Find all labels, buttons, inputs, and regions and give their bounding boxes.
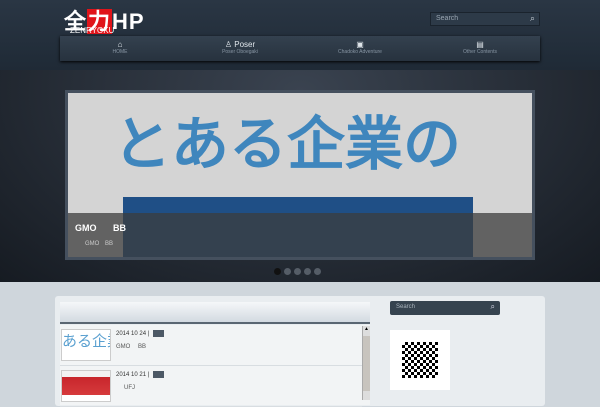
- post-title[interactable]: GMO BB: [116, 344, 146, 350]
- site-header: 全力HP ZENRYOKU Search ⌕ ⌂ HOME ♙ Poser Poser…: [0, 0, 600, 70]
- nav-poser[interactable]: ♙ Poser Poser Oboegaki: [180, 36, 300, 61]
- banner-text: とある企業の: [113, 110, 462, 178]
- caption-title[interactable]: GMO BB: [75, 223, 126, 233]
- qr-code: [390, 330, 450, 390]
- slide-caption: GMO BB GMO BB: [68, 213, 532, 257]
- list-item[interactable]: 2014 10 21 | UFJ: [60, 366, 362, 407]
- slide-dot[interactable]: [274, 268, 281, 275]
- nav-other[interactable]: ▤ Other Contents: [420, 36, 540, 61]
- sidebar-search-input[interactable]: Search ⌕: [390, 301, 500, 315]
- home-icon: ⌂: [117, 40, 123, 49]
- nav-label: Chadoko Adventure: [338, 49, 382, 55]
- scroll-up-icon[interactable]: ▲: [364, 326, 369, 332]
- date-text: 2014 10 21 |: [116, 372, 150, 379]
- post-list-header: [60, 302, 370, 324]
- nav-home[interactable]: ⌂ HOME: [60, 36, 180, 61]
- search-placeholder: Search: [396, 304, 416, 310]
- post-thumbnail[interactable]: [61, 370, 111, 402]
- main-nav: ⌂ HOME ♙ Poser Poser Oboegaki ▣ Chadoko Adv…: [60, 36, 540, 61]
- post-title[interactable]: UFJ: [124, 385, 135, 391]
- poser-icon: ♙ Poser: [224, 40, 256, 49]
- nav-label: Other Contents: [463, 49, 497, 55]
- nav-label: Poser Oboegaki: [222, 49, 258, 55]
- slide-dot[interactable]: [284, 268, 291, 275]
- slide-banner[interactable]: とある企業の GMO BB GMO BB: [65, 90, 535, 260]
- mug-icon: ▣: [356, 40, 364, 49]
- document-icon: ▤: [476, 40, 484, 49]
- search-icon[interactable]: ⌕: [530, 13, 535, 24]
- post-thumbnail[interactable]: ある企業: [61, 329, 111, 361]
- post-date: 2014 10 24 |: [116, 330, 165, 338]
- post-date: 2014 10 21 |: [116, 371, 165, 379]
- list-item[interactable]: ある企業 2014 10 24 | GMO BB: [60, 325, 362, 366]
- logo-hp-text: HP: [112, 9, 145, 34]
- date-text: 2014 10 24 |: [116, 331, 150, 338]
- list-scrollbar[interactable]: ▲: [362, 326, 370, 400]
- slider-pagination: [274, 268, 321, 275]
- slide-dot[interactable]: [294, 268, 301, 275]
- nav-label: HOME: [112, 49, 128, 55]
- qr-pattern: [402, 342, 438, 378]
- slide-dot[interactable]: [304, 268, 311, 275]
- header-search-input[interactable]: Search ⌕: [430, 12, 540, 26]
- search-placeholder: Search: [436, 15, 459, 22]
- slide-dot[interactable]: [314, 268, 321, 275]
- category-tag[interactable]: [153, 330, 165, 337]
- category-tag[interactable]: [153, 371, 165, 378]
- nav-chadoko[interactable]: ▣ Chadoko Adventure: [300, 36, 420, 61]
- search-icon[interactable]: ⌕: [491, 302, 495, 312]
- caption-text: GMO BB: [85, 241, 114, 247]
- logo-subtitle: ZENRYOKU: [70, 26, 115, 35]
- scrollbar-thumb[interactable]: [363, 336, 370, 391]
- thumbnail-text: ある企業: [62, 332, 110, 350]
- post-list: ある企業 2014 10 24 | GMO BB 2014 10 21 | UF…: [60, 325, 370, 407]
